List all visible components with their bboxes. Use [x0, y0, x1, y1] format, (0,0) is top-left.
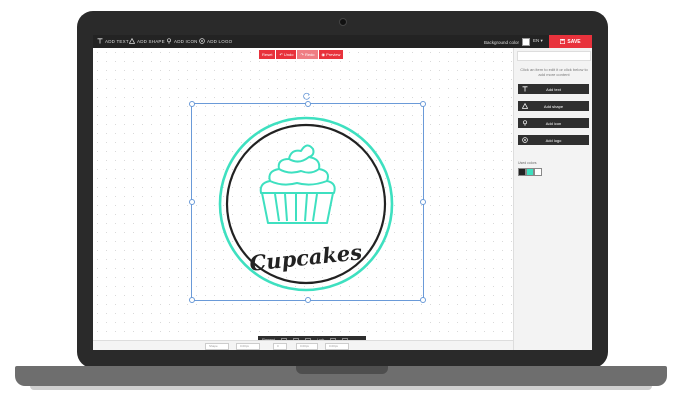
redo-button[interactable]: ↷ Redo	[297, 50, 318, 59]
add-icon-panel-button[interactable]: Add icon	[518, 118, 589, 128]
status-field-2[interactable]: 0.00px	[236, 343, 260, 350]
add-text-panel-label: Add text	[546, 86, 561, 92]
add-text-button[interactable]: ADD TEXT	[97, 38, 129, 44]
resize-handle-left[interactable]	[189, 199, 195, 205]
pin-icon	[167, 38, 171, 44]
rotate-handle-icon[interactable]	[303, 92, 311, 100]
preview-label: Preview	[326, 52, 341, 57]
background-color-label: Background color	[484, 39, 520, 45]
add-icon-button[interactable]: ADD ICON	[166, 38, 198, 44]
panel-search-input[interactable]	[517, 51, 591, 61]
add-logo-panel-label: Add logo	[545, 137, 562, 143]
panel-hint: Click an item to edit it or click below …	[520, 67, 588, 77]
resize-handle-right[interactable]	[420, 199, 426, 205]
logo-text: Cupcakes	[248, 239, 363, 276]
resize-handle-bottom-left[interactable]	[189, 297, 195, 303]
resize-handle-bottom[interactable]	[305, 297, 311, 303]
add-icon-label: ADD ICON	[174, 38, 198, 44]
add-shape-button[interactable]: ADD SHAPE	[129, 38, 165, 44]
laptop-notch	[296, 366, 388, 374]
language-label: EN	[533, 38, 540, 43]
cupcake-icon	[259, 144, 336, 224]
status-field-1[interactable]: Shape	[205, 343, 229, 350]
add-logo-button[interactable]: ADD LOGO	[199, 38, 232, 44]
color-swatch-white[interactable]	[534, 168, 542, 176]
status-field-3[interactable]: 0	[273, 343, 287, 350]
resize-handle-top-left[interactable]	[189, 101, 195, 107]
status-field-4[interactable]: 0.00px	[296, 343, 318, 350]
pin-icon	[523, 120, 527, 126]
redo-label: Redo	[304, 52, 315, 57]
add-logo-panel-button[interactable]: Add logo	[518, 135, 589, 145]
save-label: SAVE	[567, 38, 581, 45]
reset-button[interactable]: Reset	[259, 50, 276, 59]
used-colors-label: Used colors	[518, 161, 537, 165]
top-toolbar: ADD TEXT ADD SHAPE ADD ICON ADD LOGO Bac…	[93, 35, 592, 48]
save-icon	[560, 39, 566, 44]
preview-button[interactable]: ◉ Preview	[318, 50, 344, 59]
text-icon	[522, 86, 528, 92]
canvas-action-toolbar: Reset ↶ Undo ↷ Redo ◉ Preview	[259, 50, 344, 59]
editor-screen: ADD TEXT ADD SHAPE ADD ICON ADD LOGO Bac…	[93, 35, 592, 350]
add-shape-panel-label: Add shape	[543, 103, 564, 109]
add-shape-label: ADD SHAPE	[137, 38, 165, 44]
save-button[interactable]: SAVE	[549, 35, 592, 48]
resize-handle-top-right[interactable]	[420, 101, 426, 107]
design-canvas[interactable]: Reset ↶ Undo ↷ Redo ◉ Preview Cupcakes	[93, 48, 513, 350]
add-text-label: ADD TEXT	[105, 38, 129, 44]
triangle-icon	[522, 103, 528, 109]
chevron-down-icon: ▾	[540, 38, 543, 43]
add-text-panel-button[interactable]: Add text	[518, 84, 589, 94]
triangle-icon	[129, 38, 135, 44]
add-shape-panel-button[interactable]: Add shape	[518, 101, 589, 111]
status-bar: Shape 0.00px 0 0.00px 0.00px	[93, 340, 513, 350]
properties-panel: Click an item to edit it or click below …	[513, 48, 592, 350]
add-logo-label: ADD LOGO	[207, 38, 233, 44]
logo-icon	[522, 137, 528, 143]
background-color-swatch[interactable]	[522, 38, 531, 46]
undo-label: Undo	[283, 52, 294, 57]
status-field-5[interactable]: 0.00px	[325, 343, 349, 350]
background-color-control[interactable]: Background color	[484, 38, 531, 46]
logo-icon	[199, 38, 205, 44]
language-selector[interactable]: EN ▾	[533, 38, 543, 44]
cupcake-logo[interactable]: Cupcakes	[217, 115, 395, 293]
add-icon-panel-label: Add icon	[545, 120, 562, 126]
camera	[339, 18, 347, 26]
color-swatch-teal[interactable]	[526, 168, 534, 176]
undo-button[interactable]: ↶ Undo	[276, 50, 297, 59]
text-icon	[97, 38, 103, 44]
laptop-shadow	[30, 386, 652, 390]
resize-handle-bottom-right[interactable]	[420, 297, 426, 303]
color-swatch-dark[interactable]	[518, 168, 526, 176]
resize-handle-top[interactable]	[305, 101, 311, 107]
